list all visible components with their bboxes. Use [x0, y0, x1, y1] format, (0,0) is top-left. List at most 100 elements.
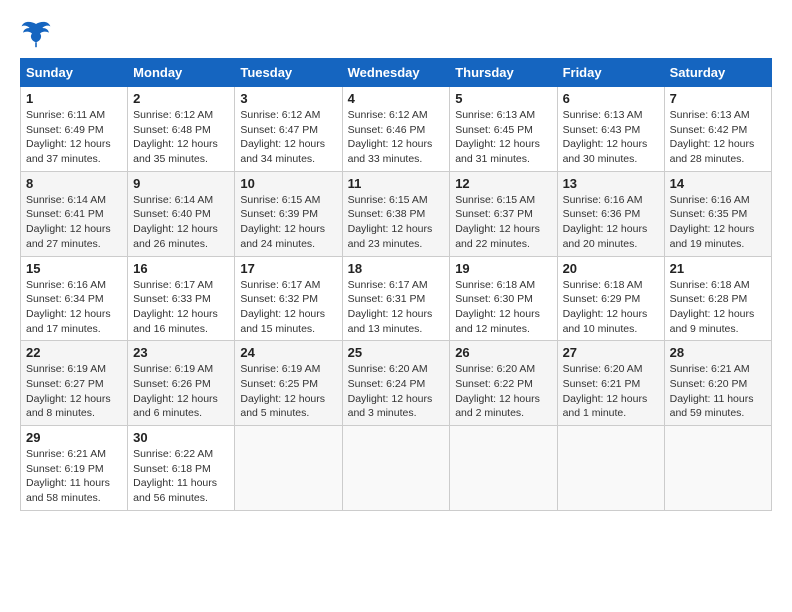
calendar-cell: 8 Sunrise: 6:14 AMSunset: 6:41 PMDayligh… — [21, 171, 128, 256]
day-info: Sunrise: 6:17 AMSunset: 6:32 PMDaylight:… — [240, 279, 325, 335]
calendar-cell: 22 Sunrise: 6:19 AMSunset: 6:27 PMDaylig… — [21, 341, 128, 426]
day-info: Sunrise: 6:13 AMSunset: 6:42 PMDaylight:… — [670, 109, 755, 165]
calendar-cell: 15 Sunrise: 6:16 AMSunset: 6:34 PMDaylig… — [21, 256, 128, 341]
calendar-cell: 29 Sunrise: 6:21 AMSunset: 6:19 PMDaylig… — [21, 426, 128, 511]
day-number: 14 — [670, 176, 766, 191]
calendar-cell: 17 Sunrise: 6:17 AMSunset: 6:32 PMDaylig… — [235, 256, 342, 341]
calendar-cell: 7 Sunrise: 6:13 AMSunset: 6:42 PMDayligh… — [664, 87, 771, 172]
day-number: 1 — [26, 91, 122, 106]
calendar-cell: 18 Sunrise: 6:17 AMSunset: 6:31 PMDaylig… — [342, 256, 450, 341]
day-number: 26 — [455, 345, 551, 360]
day-info: Sunrise: 6:20 AMSunset: 6:21 PMDaylight:… — [563, 363, 648, 419]
calendar-cell: 2 Sunrise: 6:12 AMSunset: 6:48 PMDayligh… — [128, 87, 235, 172]
day-info: Sunrise: 6:16 AMSunset: 6:36 PMDaylight:… — [563, 194, 648, 250]
day-number: 2 — [133, 91, 229, 106]
calendar-cell: 13 Sunrise: 6:16 AMSunset: 6:36 PMDaylig… — [557, 171, 664, 256]
day-info: Sunrise: 6:15 AMSunset: 6:39 PMDaylight:… — [240, 194, 325, 250]
day-info: Sunrise: 6:19 AMSunset: 6:25 PMDaylight:… — [240, 363, 325, 419]
calendar-cell: 25 Sunrise: 6:20 AMSunset: 6:24 PMDaylig… — [342, 341, 450, 426]
day-number: 15 — [26, 261, 122, 276]
logo-icon — [20, 20, 52, 48]
calendar-cell: 30 Sunrise: 6:22 AMSunset: 6:18 PMDaylig… — [128, 426, 235, 511]
calendar-week-row: 29 Sunrise: 6:21 AMSunset: 6:19 PMDaylig… — [21, 426, 772, 511]
day-number: 5 — [455, 91, 551, 106]
day-number: 9 — [133, 176, 229, 191]
calendar-cell: 14 Sunrise: 6:16 AMSunset: 6:35 PMDaylig… — [664, 171, 771, 256]
day-info: Sunrise: 6:20 AMSunset: 6:24 PMDaylight:… — [348, 363, 433, 419]
col-header-thursday: Thursday — [450, 59, 557, 87]
calendar-cell: 1 Sunrise: 6:11 AMSunset: 6:49 PMDayligh… — [21, 87, 128, 172]
calendar-cell: 21 Sunrise: 6:18 AMSunset: 6:28 PMDaylig… — [664, 256, 771, 341]
day-number: 29 — [26, 430, 122, 445]
day-number: 17 — [240, 261, 336, 276]
day-info: Sunrise: 6:22 AMSunset: 6:18 PMDaylight:… — [133, 448, 217, 504]
day-number: 10 — [240, 176, 336, 191]
day-number: 28 — [670, 345, 766, 360]
day-number: 6 — [563, 91, 659, 106]
day-info: Sunrise: 6:12 AMSunset: 6:47 PMDaylight:… — [240, 109, 325, 165]
day-number: 19 — [455, 261, 551, 276]
calendar-cell: 26 Sunrise: 6:20 AMSunset: 6:22 PMDaylig… — [450, 341, 557, 426]
col-header-friday: Friday — [557, 59, 664, 87]
day-info: Sunrise: 6:17 AMSunset: 6:33 PMDaylight:… — [133, 279, 218, 335]
day-info: Sunrise: 6:18 AMSunset: 6:28 PMDaylight:… — [670, 279, 755, 335]
day-number: 21 — [670, 261, 766, 276]
day-number: 25 — [348, 345, 445, 360]
calendar-cell: 12 Sunrise: 6:15 AMSunset: 6:37 PMDaylig… — [450, 171, 557, 256]
col-header-monday: Monday — [128, 59, 235, 87]
calendar-cell: 10 Sunrise: 6:15 AMSunset: 6:39 PMDaylig… — [235, 171, 342, 256]
col-header-sunday: Sunday — [21, 59, 128, 87]
day-info: Sunrise: 6:16 AMSunset: 6:35 PMDaylight:… — [670, 194, 755, 250]
day-info: Sunrise: 6:16 AMSunset: 6:34 PMDaylight:… — [26, 279, 111, 335]
day-number: 13 — [563, 176, 659, 191]
day-number: 4 — [348, 91, 445, 106]
day-info: Sunrise: 6:13 AMSunset: 6:43 PMDaylight:… — [563, 109, 648, 165]
calendar-cell — [557, 426, 664, 511]
calendar-cell: 3 Sunrise: 6:12 AMSunset: 6:47 PMDayligh… — [235, 87, 342, 172]
calendar-cell: 23 Sunrise: 6:19 AMSunset: 6:26 PMDaylig… — [128, 341, 235, 426]
day-number: 20 — [563, 261, 659, 276]
calendar-cell: 19 Sunrise: 6:18 AMSunset: 6:30 PMDaylig… — [450, 256, 557, 341]
day-number: 16 — [133, 261, 229, 276]
day-number: 18 — [348, 261, 445, 276]
day-number: 22 — [26, 345, 122, 360]
calendar-cell: 20 Sunrise: 6:18 AMSunset: 6:29 PMDaylig… — [557, 256, 664, 341]
calendar-cell: 9 Sunrise: 6:14 AMSunset: 6:40 PMDayligh… — [128, 171, 235, 256]
col-header-saturday: Saturday — [664, 59, 771, 87]
day-info: Sunrise: 6:19 AMSunset: 6:26 PMDaylight:… — [133, 363, 218, 419]
day-info: Sunrise: 6:15 AMSunset: 6:37 PMDaylight:… — [455, 194, 540, 250]
day-info: Sunrise: 6:20 AMSunset: 6:22 PMDaylight:… — [455, 363, 540, 419]
logo — [20, 20, 56, 48]
calendar-week-row: 22 Sunrise: 6:19 AMSunset: 6:27 PMDaylig… — [21, 341, 772, 426]
day-info: Sunrise: 6:15 AMSunset: 6:38 PMDaylight:… — [348, 194, 433, 250]
day-number: 12 — [455, 176, 551, 191]
calendar-cell: 11 Sunrise: 6:15 AMSunset: 6:38 PMDaylig… — [342, 171, 450, 256]
calendar-cell: 28 Sunrise: 6:21 AMSunset: 6:20 PMDaylig… — [664, 341, 771, 426]
calendar-cell: 5 Sunrise: 6:13 AMSunset: 6:45 PMDayligh… — [450, 87, 557, 172]
day-info: Sunrise: 6:12 AMSunset: 6:48 PMDaylight:… — [133, 109, 218, 165]
day-info: Sunrise: 6:14 AMSunset: 6:41 PMDaylight:… — [26, 194, 111, 250]
calendar-table: SundayMondayTuesdayWednesdayThursdayFrid… — [20, 58, 772, 511]
calendar-cell — [450, 426, 557, 511]
day-info: Sunrise: 6:14 AMSunset: 6:40 PMDaylight:… — [133, 194, 218, 250]
calendar-cell: 27 Sunrise: 6:20 AMSunset: 6:21 PMDaylig… — [557, 341, 664, 426]
day-info: Sunrise: 6:13 AMSunset: 6:45 PMDaylight:… — [455, 109, 540, 165]
day-number: 24 — [240, 345, 336, 360]
day-info: Sunrise: 6:12 AMSunset: 6:46 PMDaylight:… — [348, 109, 433, 165]
page-header — [20, 20, 772, 48]
day-number: 7 — [670, 91, 766, 106]
day-info: Sunrise: 6:19 AMSunset: 6:27 PMDaylight:… — [26, 363, 111, 419]
calendar-week-row: 1 Sunrise: 6:11 AMSunset: 6:49 PMDayligh… — [21, 87, 772, 172]
calendar-cell — [235, 426, 342, 511]
calendar-cell: 24 Sunrise: 6:19 AMSunset: 6:25 PMDaylig… — [235, 341, 342, 426]
day-info: Sunrise: 6:21 AMSunset: 6:19 PMDaylight:… — [26, 448, 110, 504]
day-number: 27 — [563, 345, 659, 360]
day-number: 23 — [133, 345, 229, 360]
day-info: Sunrise: 6:18 AMSunset: 6:29 PMDaylight:… — [563, 279, 648, 335]
day-number: 30 — [133, 430, 229, 445]
calendar-week-row: 8 Sunrise: 6:14 AMSunset: 6:41 PMDayligh… — [21, 171, 772, 256]
day-info: Sunrise: 6:17 AMSunset: 6:31 PMDaylight:… — [348, 279, 433, 335]
day-number: 8 — [26, 176, 122, 191]
day-info: Sunrise: 6:18 AMSunset: 6:30 PMDaylight:… — [455, 279, 540, 335]
calendar-cell — [664, 426, 771, 511]
